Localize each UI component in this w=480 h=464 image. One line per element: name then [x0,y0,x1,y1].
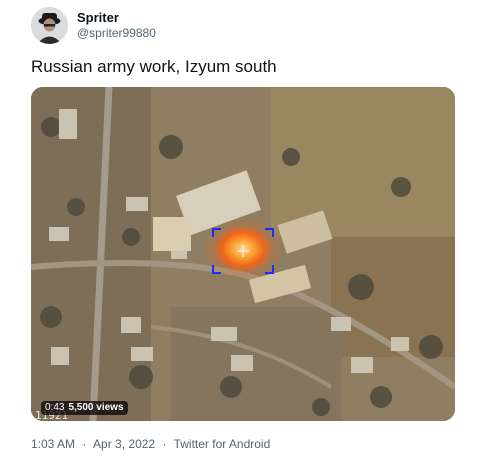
meta-separator: · [162,437,167,451]
author-avatar[interactable] [31,7,68,44]
author-display-name[interactable]: Spriter [77,10,119,25]
video-player[interactable]: 11921 0:43 5,500 views [31,87,455,421]
tweet-text: Russian army work, Izyum south [31,57,277,76]
video-duration: 0:43 [45,402,65,413]
author-handle[interactable]: @spriter99880 [77,26,156,40]
tweet-metadata: 1:03 AM · Apr 3, 2022 · Twitter for Andr… [31,437,270,451]
meta-separator: · [82,437,87,451]
tweet-card: Spriter @spriter99880 Russian army work,… [0,0,480,464]
video-view-count: 5,500 views [68,402,124,413]
tweet-date[interactable]: Apr 3, 2022 [93,437,155,451]
video-duration-views-badge: 0:43 5,500 views [41,401,128,415]
avatar-portrait-icon [31,7,68,44]
tweet-client-link[interactable]: Twitter for Android [174,437,271,451]
aerial-video-frame [31,87,455,421]
tweet-time[interactable]: 1:03 AM [31,437,75,451]
